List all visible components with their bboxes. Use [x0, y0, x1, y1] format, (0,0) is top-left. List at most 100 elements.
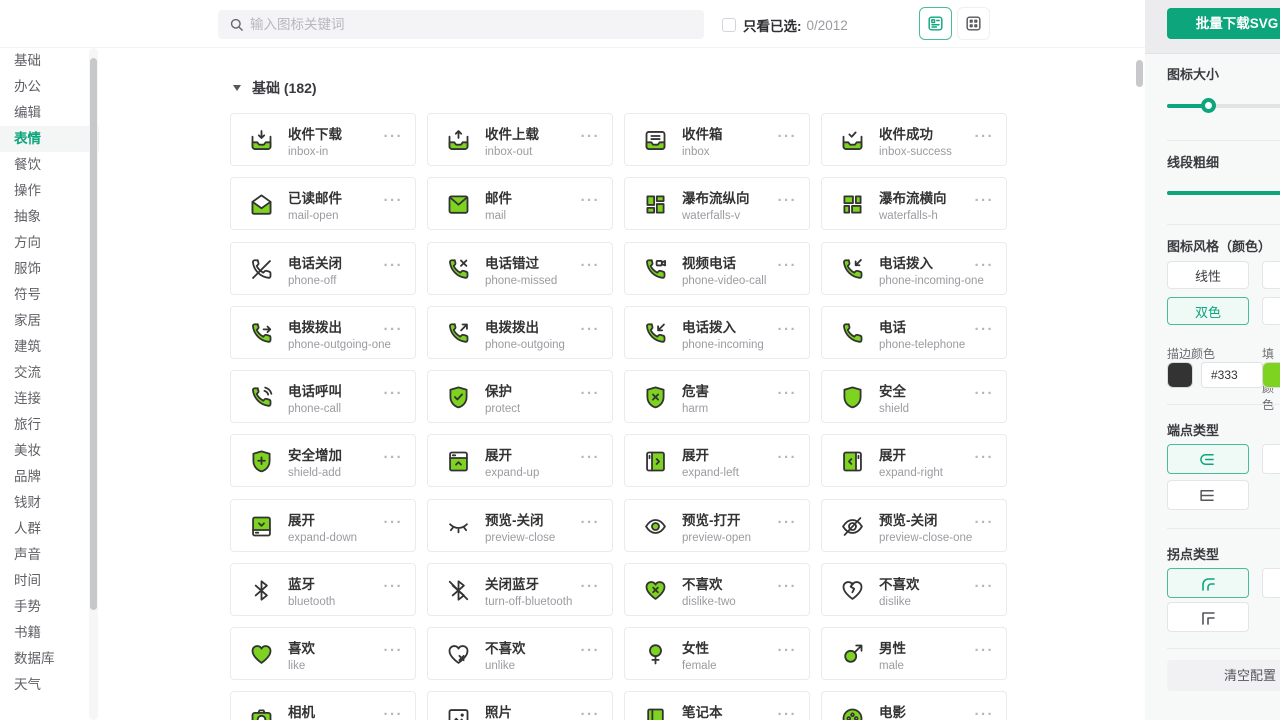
icon-card[interactable]: 瀑布流横向 waterfalls-h ··· — [821, 177, 1007, 231]
icon-card[interactable]: 电话拨入 phone-incoming-one ··· — [821, 241, 1007, 295]
more-actions-icon[interactable]: ··· — [384, 257, 404, 274]
icon-card[interactable]: 瀑布流纵向 waterfalls-v ··· — [624, 177, 810, 231]
more-actions-icon[interactable]: ··· — [778, 449, 798, 466]
endpoint-square-button[interactable] — [1167, 480, 1249, 510]
view-grid-button[interactable] — [957, 7, 990, 40]
sidebar-item-2[interactable]: 编辑 — [0, 100, 99, 126]
icon-card[interactable]: 电话错过 phone-missed ··· — [427, 241, 613, 295]
icon-card[interactable]: 安全增加 shield-add ··· — [230, 434, 416, 488]
sidebar-item-13[interactable]: 连接 — [0, 386, 99, 412]
sidebar-item-15[interactable]: 美妆 — [0, 438, 99, 464]
icon-card[interactable]: 预览-关闭 preview-close ··· — [427, 498, 613, 552]
sidebar-item-11[interactable]: 建筑 — [0, 334, 99, 360]
batch-download-button[interactable]: 批量下载SVG — [1167, 8, 1280, 39]
icon-card[interactable]: 喜欢 like ··· — [230, 627, 416, 680]
more-actions-icon[interactable]: ··· — [581, 578, 601, 595]
more-actions-icon[interactable]: ··· — [778, 514, 798, 531]
more-actions-icon[interactable]: ··· — [975, 514, 995, 531]
endpoint-option-button[interactable] — [1262, 444, 1280, 474]
icon-card[interactable]: 展开 expand-right ··· — [821, 434, 1007, 488]
style-duotone-button[interactable]: 双色 — [1167, 297, 1249, 325]
more-actions-icon[interactable]: ··· — [384, 321, 404, 338]
more-actions-icon[interactable]: ··· — [975, 642, 995, 659]
icon-card[interactable]: 不喜欢 dislike-two ··· — [624, 562, 810, 616]
style-option-button[interactable] — [1262, 297, 1280, 325]
sidebar-item-20[interactable]: 时间 — [0, 568, 99, 594]
icon-card[interactable]: 收件上载 inbox-out ··· — [427, 113, 613, 166]
icon-card[interactable]: 邮件 mail ··· — [427, 177, 613, 231]
icon-card[interactable]: 视频电话 phone-video-call ··· — [624, 241, 810, 295]
more-actions-icon[interactable]: ··· — [581, 449, 601, 466]
sidebar-item-8[interactable]: 服饰 — [0, 256, 99, 282]
more-actions-icon[interactable]: ··· — [778, 385, 798, 402]
group-header[interactable]: 基础 (182) — [233, 78, 317, 98]
icon-card[interactable]: 男性 male ··· — [821, 627, 1007, 680]
icon-card[interactable]: 电话呼叫 phone-call ··· — [230, 370, 416, 423]
sidebar-item-0[interactable]: 基础 — [0, 48, 99, 74]
more-actions-icon[interactable]: ··· — [778, 128, 798, 145]
stroke-width-slider[interactable] — [1167, 191, 1280, 195]
sidebar-scrollbar-thumb[interactable] — [90, 58, 97, 610]
icon-card[interactable]: 已读邮件 mail-open ··· — [230, 177, 416, 231]
corner-option-button[interactable] — [1262, 568, 1280, 598]
more-actions-icon[interactable]: ··· — [384, 192, 404, 209]
more-actions-icon[interactable]: ··· — [975, 449, 995, 466]
sidebar-item-4[interactable]: 餐饮 — [0, 152, 99, 178]
more-actions-icon[interactable]: ··· — [384, 128, 404, 145]
icon-card[interactable]: 安全 shield ··· — [821, 370, 1007, 423]
more-actions-icon[interactable]: ··· — [975, 257, 995, 274]
icon-card[interactable]: 电话 phone-telephone ··· — [821, 305, 1007, 359]
style-option-button[interactable] — [1262, 261, 1280, 289]
more-actions-icon[interactable]: ··· — [778, 321, 798, 338]
sidebar-item-21[interactable]: 手势 — [0, 594, 99, 620]
corner-round-button[interactable] — [1167, 568, 1249, 598]
sidebar-item-5[interactable]: 操作 — [0, 178, 99, 204]
more-actions-icon[interactable]: ··· — [581, 706, 601, 720]
more-actions-icon[interactable]: ··· — [384, 514, 404, 531]
icon-card[interactable]: 照片 ··· — [427, 691, 613, 720]
icon-card[interactable]: 电影 ··· — [821, 691, 1007, 720]
sidebar-item-1[interactable]: 办公 — [0, 74, 99, 100]
more-actions-icon[interactable]: ··· — [581, 321, 601, 338]
sidebar-item-12[interactable]: 交流 — [0, 360, 99, 386]
more-actions-icon[interactable]: ··· — [581, 192, 601, 209]
sidebar-item-7[interactable]: 方向 — [0, 230, 99, 256]
icon-card[interactable]: 电话拨入 phone-incoming ··· — [624, 305, 810, 359]
icon-size-slider-thumb[interactable] — [1201, 98, 1216, 113]
icon-card[interactable]: 危害 harm ··· — [624, 370, 810, 423]
more-actions-icon[interactable]: ··· — [975, 192, 995, 209]
more-actions-icon[interactable]: ··· — [581, 642, 601, 659]
icon-card[interactable]: 收件成功 inbox-success ··· — [821, 113, 1007, 166]
more-actions-icon[interactable]: ··· — [778, 578, 798, 595]
sidebar-item-24[interactable]: 天气 — [0, 672, 99, 698]
more-actions-icon[interactable]: ··· — [384, 706, 404, 720]
icon-card[interactable]: 电拨拨出 phone-outgoing ··· — [427, 305, 613, 359]
more-actions-icon[interactable]: ··· — [975, 321, 995, 338]
icon-card[interactable]: 相机 ··· — [230, 691, 416, 720]
corner-sharp-button[interactable] — [1167, 602, 1249, 632]
search-input[interactable] — [250, 10, 690, 39]
endpoint-round-button[interactable] — [1167, 444, 1249, 474]
icon-card[interactable]: 电话关闭 phone-off ··· — [230, 241, 416, 295]
more-actions-icon[interactable]: ··· — [581, 385, 601, 402]
icon-card[interactable]: 不喜欢 unlike ··· — [427, 627, 613, 680]
more-actions-icon[interactable]: ··· — [581, 128, 601, 145]
sidebar-item-18[interactable]: 人群 — [0, 516, 99, 542]
more-actions-icon[interactable]: ··· — [975, 385, 995, 402]
stroke-color-swatch[interactable] — [1167, 362, 1193, 388]
icon-card[interactable]: 展开 expand-left ··· — [624, 434, 810, 488]
sidebar-item-22[interactable]: 书籍 — [0, 620, 99, 646]
icon-card[interactable]: 展开 expand-up ··· — [427, 434, 613, 488]
sidebar-item-6[interactable]: 抽象 — [0, 204, 99, 230]
more-actions-icon[interactable]: ··· — [384, 449, 404, 466]
icon-card[interactable]: 预览-打开 preview-open ··· — [624, 498, 810, 552]
more-actions-icon[interactable]: ··· — [384, 385, 404, 402]
more-actions-icon[interactable]: ··· — [778, 642, 798, 659]
fill-color-swatch[interactable] — [1262, 362, 1280, 388]
more-actions-icon[interactable]: ··· — [384, 642, 404, 659]
more-actions-icon[interactable]: ··· — [581, 514, 601, 531]
more-actions-icon[interactable]: ··· — [778, 192, 798, 209]
sidebar-item-9[interactable]: 符号 — [0, 282, 99, 308]
more-actions-icon[interactable]: ··· — [975, 706, 995, 720]
icon-card[interactable]: 蓝牙 bluetooth ··· — [230, 562, 416, 616]
